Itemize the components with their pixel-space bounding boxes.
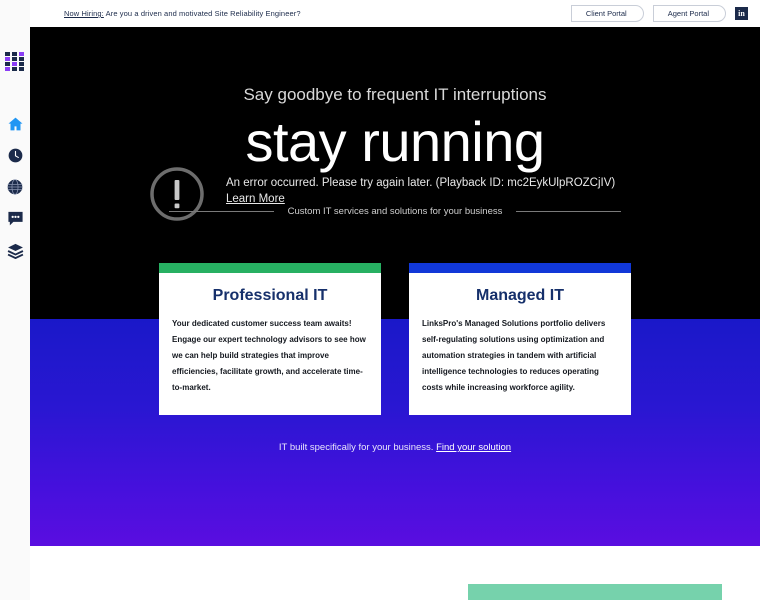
agent-portal-button[interactable]: Agent Portal: [652, 4, 726, 23]
service-cards: Professional IT Your dedicated customer …: [30, 263, 760, 415]
subtitle-rule-left: [168, 211, 274, 212]
hiring-body: Are you a driven and motivated Site Reli…: [103, 9, 301, 18]
globe-icon[interactable]: [4, 179, 26, 195]
card-title: Professional IT: [212, 287, 328, 304]
left-sidebar: [0, 0, 30, 600]
card-description: LinksPro's Managed Solutions portfolio d…: [422, 319, 606, 392]
apps-grid-icon[interactable]: [4, 52, 26, 71]
card-accent-bar: [409, 263, 631, 273]
top-utility-bar: Now Hiring: Are you a driven and motivat…: [30, 0, 760, 27]
page-root: Now Hiring: Are you a driven and motivat…: [0, 0, 760, 600]
card-accent-bar: [159, 263, 381, 273]
linkedin-icon[interactable]: in: [735, 7, 748, 20]
hiring-prefix: Now Hiring:: [64, 9, 104, 18]
find-your-solution-link[interactable]: Find your solution: [436, 442, 511, 453]
card-managed-it[interactable]: Managed IT LinksPro's Managed Solutions …: [409, 263, 631, 415]
hiring-announcement[interactable]: Now Hiring: Are you a driven and motivat…: [64, 9, 301, 18]
learn-more-link[interactable]: Learn More: [226, 193, 285, 205]
card-body: Managed IT LinksPro's Managed Solutions …: [409, 273, 631, 412]
error-text-block: An error occurred. Please try again late…: [226, 165, 615, 207]
hero-subtitle-row: Custom IT services and solutions for you…: [30, 206, 760, 217]
topbar-actions: Client Portal Agent Portal in: [570, 4, 760, 23]
card-body: Professional IT Your dedicated customer …: [159, 273, 381, 412]
green-banner-block: [468, 584, 722, 600]
card-description: Your dedicated customer success team awa…: [172, 319, 366, 392]
card-professional-it[interactable]: Professional IT Your dedicated customer …: [159, 263, 381, 415]
client-portal-button[interactable]: Client Portal: [570, 4, 644, 23]
card-title: Managed IT: [475, 287, 564, 304]
hero-eyebrow: Say goodbye to frequent IT interruptions: [243, 85, 547, 104]
layers-icon[interactable]: [4, 243, 26, 259]
home-icon[interactable]: [4, 116, 26, 132]
chat-icon[interactable]: [4, 211, 26, 227]
hero-subtitle: Custom IT services and solutions for you…: [287, 206, 503, 217]
subtitle-rule-right: [516, 211, 622, 212]
cta-text: IT built specifically for your business.: [278, 442, 437, 453]
cta-line: IT built specifically for your business.…: [30, 442, 760, 453]
error-message: An error occurred. Please try again late…: [226, 177, 616, 189]
clock-icon[interactable]: [4, 148, 26, 163]
